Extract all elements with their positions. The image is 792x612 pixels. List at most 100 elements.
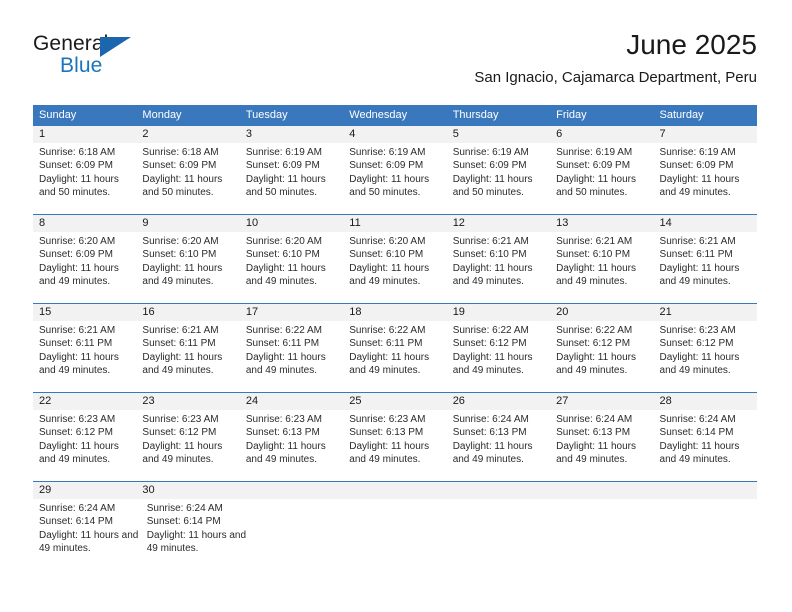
day-cell[interactable]: Sunrise: 6:21 AM Sunset: 6:10 PM Dayligh… <box>447 232 550 303</box>
day-cell[interactable]: Sunrise: 6:19 AM Sunset: 6:09 PM Dayligh… <box>240 143 343 214</box>
day-number[interactable]: 20 <box>550 304 653 321</box>
page-title: June 2025 <box>626 29 757 60</box>
day-cell[interactable]: Sunrise: 6:22 AM Sunset: 6:11 PM Dayligh… <box>240 321 343 392</box>
day-cell[interactable]: Sunrise: 6:21 AM Sunset: 6:11 PM Dayligh… <box>654 232 757 303</box>
day-cell[interactable]: Sunrise: 6:21 AM Sunset: 6:11 PM Dayligh… <box>33 321 136 392</box>
sunset-text: Sunset: 6:10 PM <box>556 249 631 261</box>
day-cell[interactable]: Sunrise: 6:22 AM Sunset: 6:11 PM Dayligh… <box>343 321 446 392</box>
day-cell[interactable]: Sunrise: 6:24 AM Sunset: 6:14 PM Dayligh… <box>141 499 249 570</box>
day-number[interactable]: 10 <box>240 215 343 232</box>
day-number[interactable]: 15 <box>33 304 136 321</box>
sunrise-text: Sunrise: 6:20 AM <box>245 236 322 247</box>
day-number-empty <box>240 482 343 499</box>
day-cell[interactable]: Sunrise: 6:19 AM Sunset: 6:09 PM Dayligh… <box>343 143 446 214</box>
generalblue-logo[interactable]: General Blue <box>33 32 233 84</box>
day-cell[interactable]: Sunrise: 6:22 AM Sunset: 6:12 PM Dayligh… <box>550 321 653 392</box>
day-number[interactable]: 27 <box>550 393 653 410</box>
sunrise-text: Sunrise: 6:23 AM <box>349 414 426 425</box>
day-cell[interactable]: Sunrise: 6:18 AM Sunset: 6:09 PM Dayligh… <box>136 143 239 214</box>
day-number[interactable]: 5 <box>447 126 550 143</box>
week-daynumber-band: 1 2 3 4 5 6 7 <box>33 126 757 143</box>
day-cell[interactable]: Sunrise: 6:23 AM Sunset: 6:13 PM Dayligh… <box>240 410 343 481</box>
sunrise-text: Sunrise: 6:19 AM <box>349 147 426 158</box>
sunrise-text: Sunrise: 6:24 AM <box>659 414 736 425</box>
sunrise-text: Sunrise: 6:21 AM <box>556 236 633 247</box>
sunrise-text: Sunrise: 6:22 AM <box>556 325 633 336</box>
day-cell[interactable]: Sunrise: 6:24 AM Sunset: 6:13 PM Dayligh… <box>550 410 653 481</box>
daylight-text: Daylight: 11 hours and 49 minutes. <box>556 440 636 466</box>
week-detail-band: Sunrise: 6:24 AM Sunset: 6:14 PM Dayligh… <box>33 499 757 570</box>
daylight-text: Daylight: 11 hours and 49 minutes. <box>39 262 119 288</box>
day-cell[interactable]: Sunrise: 6:23 AM Sunset: 6:12 PM Dayligh… <box>654 321 757 392</box>
day-number[interactable]: 19 <box>447 304 550 321</box>
day-cell[interactable]: Sunrise: 6:20 AM Sunset: 6:09 PM Dayligh… <box>33 232 136 303</box>
day-number[interactable]: 7 <box>654 126 757 143</box>
sunrise-text: Sunrise: 6:23 AM <box>142 414 219 425</box>
brand-name-general: General <box>33 32 109 55</box>
day-cell[interactable]: Sunrise: 6:21 AM Sunset: 6:11 PM Dayligh… <box>136 321 239 392</box>
day-number[interactable]: 24 <box>240 393 343 410</box>
sunset-text: Sunset: 6:10 PM <box>142 249 217 261</box>
day-cell[interactable]: Sunrise: 6:24 AM Sunset: 6:14 PM Dayligh… <box>33 499 141 570</box>
sunset-text: Sunset: 6:11 PM <box>349 338 423 350</box>
sunset-text: Sunset: 6:11 PM <box>659 249 733 261</box>
sunset-text: Sunset: 6:09 PM <box>452 160 527 172</box>
day-cell[interactable]: Sunrise: 6:21 AM Sunset: 6:10 PM Dayligh… <box>550 232 653 303</box>
day-cell[interactable]: Sunrise: 6:23 AM Sunset: 6:12 PM Dayligh… <box>33 410 136 481</box>
day-number[interactable]: 28 <box>654 393 757 410</box>
day-cell[interactable]: Sunrise: 6:18 AM Sunset: 6:09 PM Dayligh… <box>33 143 136 214</box>
day-number[interactable]: 23 <box>136 393 239 410</box>
sunrise-text: Sunrise: 6:19 AM <box>556 147 633 158</box>
daylight-text: Daylight: 11 hours and 49 minutes. <box>556 262 636 288</box>
day-number[interactable]: 8 <box>33 215 136 232</box>
day-cell[interactable]: Sunrise: 6:24 AM Sunset: 6:14 PM Dayligh… <box>654 410 757 481</box>
daylight-text: Daylight: 11 hours and 49 minutes. <box>142 262 223 288</box>
daylight-text: Daylight: 11 hours and 49 minutes. <box>142 440 223 466</box>
page-header: General Blue June 2025 San Ignacio, Caja… <box>33 28 757 98</box>
week-daynumber-band: 29 30 <box>33 482 757 499</box>
sunset-text: Sunset: 6:13 PM <box>556 427 631 439</box>
sunrise-text: Sunrise: 6:22 AM <box>452 325 529 336</box>
day-number[interactable]: 18 <box>343 304 446 321</box>
day-cell[interactable]: Sunrise: 6:24 AM Sunset: 6:13 PM Dayligh… <box>447 410 550 481</box>
day-number[interactable]: 3 <box>240 126 343 143</box>
day-cell[interactable]: Sunrise: 6:23 AM Sunset: 6:12 PM Dayligh… <box>136 410 239 481</box>
day-cell[interactable]: Sunrise: 6:20 AM Sunset: 6:10 PM Dayligh… <box>240 232 343 303</box>
day-number[interactable]: 4 <box>343 126 446 143</box>
day-number[interactable]: 11 <box>343 215 446 232</box>
page-subtitle: San Ignacio, Cajamarca Department, Peru <box>474 69 757 86</box>
day-cell[interactable]: Sunrise: 6:22 AM Sunset: 6:12 PM Dayligh… <box>447 321 550 392</box>
day-number[interactable]: 21 <box>654 304 757 321</box>
day-number[interactable]: 12 <box>447 215 550 232</box>
daylight-text: Daylight: 11 hours and 49 minutes. <box>245 262 326 288</box>
sunset-text: Sunset: 6:13 PM <box>245 427 320 439</box>
sunrise-text: Sunrise: 6:21 AM <box>452 236 529 247</box>
day-number[interactable]: 17 <box>240 304 343 321</box>
sunrise-text: Sunrise: 6:24 AM <box>146 503 223 514</box>
day-cell[interactable]: Sunrise: 6:20 AM Sunset: 6:10 PM Dayligh… <box>343 232 446 303</box>
day-cell[interactable]: Sunrise: 6:19 AM Sunset: 6:09 PM Dayligh… <box>447 143 550 214</box>
day-number[interactable]: 26 <box>447 393 550 410</box>
day-number[interactable]: 9 <box>136 215 239 232</box>
sunrise-text: Sunrise: 6:23 AM <box>659 325 736 336</box>
day-cell[interactable]: Sunrise: 6:19 AM Sunset: 6:09 PM Dayligh… <box>654 143 757 214</box>
day-number[interactable]: 2 <box>136 126 239 143</box>
day-number[interactable]: 1 <box>33 126 136 143</box>
daylight-text: Daylight: 11 hours and 50 minutes. <box>556 173 636 199</box>
day-cell[interactable]: Sunrise: 6:20 AM Sunset: 6:10 PM Dayligh… <box>136 232 239 303</box>
day-number[interactable]: 14 <box>654 215 757 232</box>
day-cell[interactable]: Sunrise: 6:23 AM Sunset: 6:13 PM Dayligh… <box>343 410 446 481</box>
sunrise-text: Sunrise: 6:21 AM <box>39 325 116 336</box>
weekday-header-saturday: Saturday <box>659 109 704 121</box>
day-number[interactable]: 25 <box>343 393 446 410</box>
day-number[interactable]: 6 <box>550 126 653 143</box>
weekday-header-sunday: Sunday <box>39 109 77 121</box>
day-cell[interactable]: Sunrise: 6:19 AM Sunset: 6:09 PM Dayligh… <box>550 143 653 214</box>
day-number[interactable]: 30 <box>136 482 239 499</box>
day-number[interactable]: 16 <box>136 304 239 321</box>
week-row: 15 16 17 18 19 20 21 Sunrise: 6:21 AM Su… <box>33 303 757 392</box>
day-number[interactable]: 29 <box>33 482 136 499</box>
day-number[interactable]: 22 <box>33 393 136 410</box>
day-number[interactable]: 13 <box>550 215 653 232</box>
sunset-text: Sunset: 6:09 PM <box>349 160 424 172</box>
